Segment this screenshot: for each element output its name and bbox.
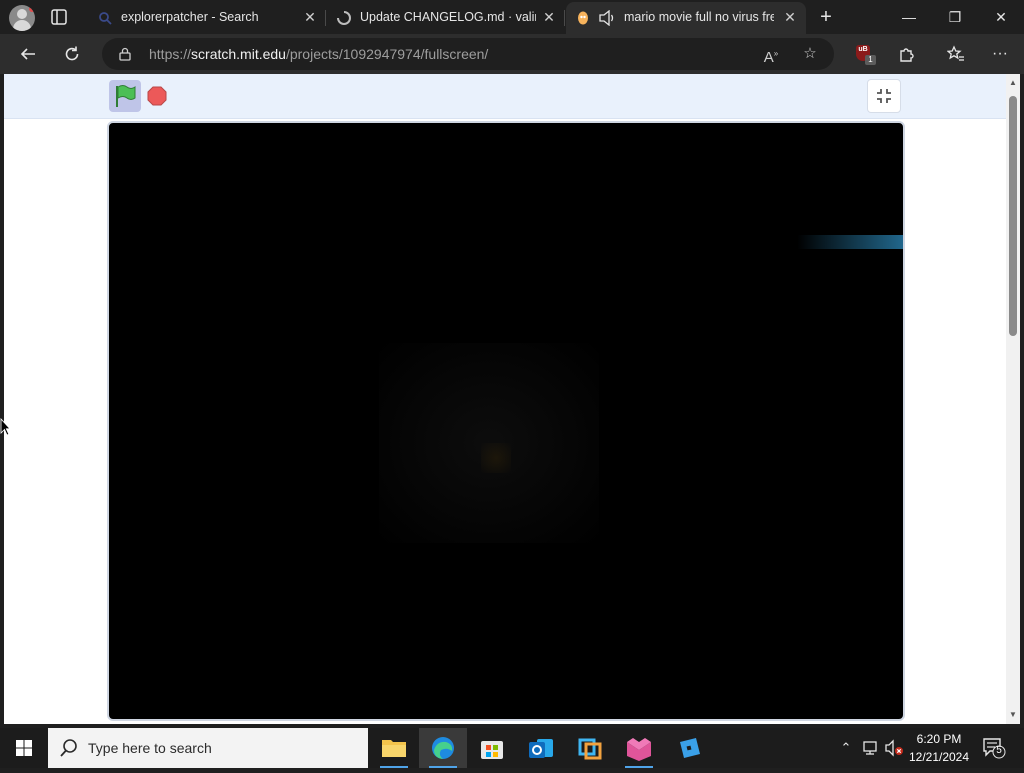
- notification-center-button[interactable]: 5: [982, 737, 1008, 759]
- show-hidden-icons-chevron-icon[interactable]: ⌃: [838, 738, 854, 758]
- roblox-studio-icon: [627, 738, 651, 761]
- refresh-button[interactable]: [59, 42, 85, 66]
- project-stage[interactable]: [107, 121, 905, 721]
- search-placeholder: Type here to search: [88, 740, 212, 756]
- windows-logo-icon: [16, 740, 32, 756]
- clock-date: 12/21/2024: [908, 750, 970, 764]
- roblox-icon: [680, 738, 700, 758]
- edge-icon: [432, 737, 454, 759]
- tab-actions-icon[interactable]: [50, 8, 68, 26]
- scroll-up-arrow-icon[interactable]: ▲: [1006, 76, 1020, 90]
- taskbar-outlook[interactable]: [517, 728, 565, 768]
- exit-fullscreen-button[interactable]: [867, 79, 901, 113]
- lock-icon[interactable]: [118, 47, 132, 61]
- network-icon[interactable]: [862, 738, 880, 758]
- url-path: /projects/1092947974/fullscreen/: [285, 46, 489, 62]
- stage-dim-sprite: [481, 443, 511, 473]
- tab-label: Update CHANGELOG.md · valinet/: [360, 10, 536, 24]
- close-window-button[interactable]: ✕: [978, 0, 1024, 34]
- ublock-origin-icon[interactable]: uB 1: [856, 45, 876, 65]
- address-bar[interactable]: https://scratch.mit.edu/projects/1092947…: [102, 38, 834, 70]
- page-viewport: [4, 74, 1006, 724]
- restore-button[interactable]: ❐: [932, 0, 978, 34]
- taskbar-roblox-studio[interactable]: [615, 728, 663, 768]
- back-arrow-icon: [20, 48, 35, 60]
- microsoft-store-icon: [481, 741, 503, 759]
- tab-label: mario movie full no virus free: [624, 10, 774, 24]
- taskbar-edge[interactable]: [419, 728, 467, 768]
- minimize-button[interactable]: —: [886, 0, 932, 34]
- more-options-icon[interactable]: ···: [988, 42, 1012, 66]
- refresh-icon: [65, 46, 79, 61]
- extensions-icon[interactable]: [895, 42, 919, 66]
- scrollbar-thumb[interactable]: [1009, 96, 1017, 336]
- favorites-star-list-icon: [946, 45, 964, 61]
- vertical-scrollbar[interactable]: ▲ ▼: [1006, 74, 1020, 724]
- exit-fullscreen-icon: [877, 89, 891, 103]
- taskbar-app[interactable]: [566, 728, 614, 768]
- scratch-favicon-icon: [578, 11, 588, 25]
- puzzle-piece-icon: [900, 48, 914, 62]
- read-aloud-icon[interactable]: A»: [762, 45, 780, 66]
- volume-muted-icon[interactable]: [884, 738, 904, 758]
- tab-close-icon[interactable]: ✕: [302, 9, 318, 25]
- taskbar-search-box[interactable]: Type here to search: [48, 728, 368, 768]
- new-tab-button[interactable]: +: [814, 6, 838, 28]
- url-host: scratch.mit.edu: [191, 46, 286, 62]
- stage-light-streak: [797, 235, 903, 249]
- url-scheme: https://: [149, 46, 192, 62]
- search-icon: [60, 739, 77, 757]
- tab-close-icon[interactable]: ✕: [541, 9, 557, 25]
- taskbar-microsoft-store[interactable]: [468, 728, 516, 768]
- notification-count-badge: 5: [996, 745, 1002, 756]
- profile-avatar-icon[interactable]: [9, 5, 35, 31]
- search-favicon-icon: [99, 12, 112, 25]
- favorite-star-icon[interactable]: ☆: [801, 45, 819, 63]
- start-button[interactable]: [0, 728, 48, 768]
- green-flag-button[interactable]: [109, 80, 141, 112]
- taskbar-file-explorer[interactable]: [370, 728, 418, 768]
- loading-spinner-icon: [337, 11, 351, 25]
- scroll-down-arrow-icon[interactable]: ▼: [1006, 708, 1020, 722]
- tab-scratch-project[interactable]: mario movie full no virus free ✕: [566, 2, 806, 34]
- outlook-icon: [529, 739, 553, 758]
- tab-label: explorerpatcher - Search: [121, 10, 259, 24]
- tab-close-icon[interactable]: ✕: [782, 9, 798, 25]
- stop-sign-icon[interactable]: [147, 86, 167, 106]
- app-icon: [578, 738, 602, 760]
- file-explorer-icon: [382, 740, 406, 757]
- back-button[interactable]: [15, 42, 41, 66]
- clock-time: 6:20 PM: [916, 732, 962, 746]
- taskbar-roblox[interactable]: [664, 728, 712, 768]
- taskbar: Type here to search ⌃ 6:20 PM 12/21/2024…: [0, 728, 1024, 768]
- player-controls-bar: [4, 74, 1006, 119]
- tab-search[interactable]: explorerpatcher - Search ✕: [88, 2, 326, 34]
- url-text[interactable]: https://scratch.mit.edu/projects/1092947…: [149, 46, 488, 62]
- mouse-cursor-icon: [0, 418, 10, 436]
- tab-github-changelog[interactable]: Update CHANGELOG.md · valinet/ ✕: [327, 2, 565, 34]
- green-flag-icon: [116, 85, 136, 107]
- favorites-icon[interactable]: [944, 42, 968, 66]
- navigation-bar: https://scratch.mit.edu/projects/1092947…: [0, 34, 1024, 74]
- tab-strip: explorerpatcher - Search ✕ Update CHANGE…: [0, 0, 1024, 34]
- taskbar-clock[interactable]: 6:20 PM 12/21/2024: [908, 730, 970, 766]
- speaker-icon[interactable]: [598, 10, 616, 26]
